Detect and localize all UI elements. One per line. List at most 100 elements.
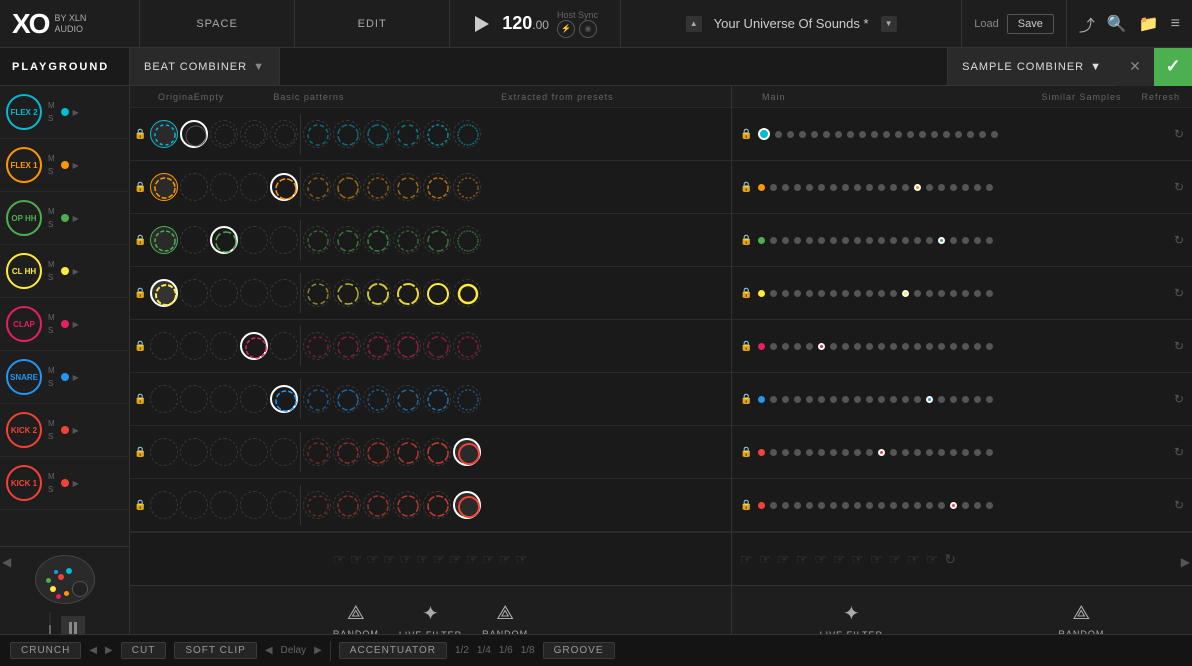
sample-lock-kick1[interactable]: 🔒 [740, 500, 752, 511]
beat-pattern-ophh-9[interactable] [423, 226, 451, 254]
sample-hand-0[interactable]: ☞ [740, 551, 753, 568]
master-ball[interactable] [35, 555, 95, 604]
beat-pattern-kick1-8[interactable] [393, 491, 421, 519]
beat-pattern-flex1-5[interactable] [303, 173, 331, 201]
beat-pattern-ophh-4[interactable] [270, 226, 298, 254]
beat-pattern-flex1-7[interactable] [363, 173, 391, 201]
beat-pattern-flex1-9[interactable] [423, 173, 451, 201]
beat-pattern-ophh-1[interactable] [180, 226, 208, 254]
track-circle-kick1[interactable]: KICK 1 [6, 465, 42, 501]
track-play-flex2[interactable]: ▶ [73, 108, 79, 117]
beat-pattern-clhh-3[interactable] [240, 279, 268, 307]
beat-pattern-clap-2[interactable] [210, 332, 238, 360]
lock-clhh[interactable]: 🔒 [134, 288, 146, 299]
beat-pattern-kick2-0[interactable] [150, 438, 178, 466]
sample-hand-2[interactable]: ☞ [777, 551, 790, 568]
track-play-ophh[interactable]: ▶ [73, 214, 79, 223]
sample-hand-4[interactable]: ☞ [814, 551, 827, 568]
beat-pattern-clap-4[interactable] [270, 332, 298, 360]
beat-pattern-kick1-2[interactable] [210, 491, 238, 519]
beat-pattern-kick2-8[interactable] [393, 438, 421, 466]
accentuator-button[interactable]: ACCENTUATOR [339, 642, 447, 659]
beat-pattern-flex2-5[interactable] [303, 120, 331, 148]
refresh-kick2[interactable]: ↻ [1174, 445, 1184, 459]
sample-hand-1[interactable]: ☞ [759, 551, 772, 568]
track-play-flex1[interactable]: ▶ [73, 161, 79, 170]
sample-hand-3[interactable]: ☞ [796, 551, 809, 568]
beat-pattern-snare-4[interactable] [270, 385, 298, 413]
beat-pattern-clhh-9[interactable] [423, 279, 451, 307]
beat-pattern-clhh-8[interactable] [393, 279, 421, 307]
delay-arrow-left[interactable]: ◀ [265, 645, 273, 656]
sample-lock-clap[interactable]: 🔒 [740, 341, 752, 352]
track-circle-snare[interactable]: SNARE [6, 359, 42, 395]
track-dot-kick1[interactable] [61, 479, 69, 487]
refresh-flex1[interactable]: ↻ [1174, 180, 1184, 194]
lock-clap[interactable]: 🔒 [134, 341, 146, 352]
hand-icon-1[interactable]: ☞ [350, 551, 363, 568]
beat-pattern-snare-1[interactable] [180, 385, 208, 413]
beat-pattern-ophh-2[interactable] [210, 226, 238, 254]
crunch-button[interactable]: CRUNCH [10, 642, 81, 659]
beat-pattern-kick1-1[interactable] [180, 491, 208, 519]
beat-pattern-kick2-5[interactable] [303, 438, 331, 466]
hand-icon-4[interactable]: ☞ [399, 551, 412, 568]
beat-pattern-flex1-6[interactable] [333, 173, 361, 201]
beat-pattern-flex2-9[interactable] [423, 120, 451, 148]
lock-flex2[interactable]: 🔒 [134, 129, 146, 140]
sample-hand-5[interactable]: ☞ [833, 551, 846, 568]
track-play-clhh[interactable]: ▶ [73, 267, 79, 276]
folder-icon[interactable]: 📁 [1139, 14, 1159, 34]
track-dot-kick2[interactable] [61, 426, 69, 434]
track-circle-flex2[interactable]: FLEX 2 [6, 94, 42, 130]
beat-pattern-flex2-1[interactable] [180, 120, 208, 148]
beat-pattern-snare-9[interactable] [423, 385, 451, 413]
beat-pattern-kick1-7[interactable] [363, 491, 391, 519]
beat-pattern-clap-5[interactable] [303, 332, 331, 360]
beat-pattern-snare-8[interactable] [393, 385, 421, 413]
refresh-kick1[interactable]: ↻ [1174, 498, 1184, 512]
dismiss-button[interactable]: ✕ [1116, 48, 1154, 86]
beat-pattern-clhh-2[interactable] [210, 279, 238, 307]
hand-icon-10[interactable]: ☞ [499, 551, 512, 568]
beat-pattern-kick2-6[interactable] [333, 438, 361, 466]
beat-pattern-ophh-10[interactable] [453, 226, 481, 254]
beat-pattern-flex2-8[interactable] [393, 120, 421, 148]
beat-pattern-flex1-8[interactable] [393, 173, 421, 201]
beat-pattern-clap-6[interactable] [333, 332, 361, 360]
beat-pattern-kick2-7[interactable] [363, 438, 391, 466]
beat-pattern-kick2-9[interactable] [423, 438, 451, 466]
beat-pattern-flex1-1[interactable] [180, 173, 208, 201]
delay-arrow-right[interactable]: ▶ [314, 645, 322, 656]
sample-main-dot-flex2[interactable] [758, 128, 770, 140]
beat-pattern-ophh-3[interactable] [240, 226, 268, 254]
track-play-snare[interactable]: ▶ [73, 373, 79, 382]
track-dot-clap[interactable] [61, 320, 69, 328]
track-dot-ophh[interactable] [61, 214, 69, 222]
beat-pattern-flex1-0[interactable] [150, 173, 178, 201]
beat-pattern-clap-10[interactable] [453, 332, 481, 360]
title-arrow-down[interactable]: ▼ [881, 16, 897, 32]
sample-lock-flex2[interactable]: 🔒 [740, 129, 752, 140]
beat-pattern-flex1-10[interactable] [453, 173, 481, 201]
sample-hand-8[interactable]: ☞ [889, 551, 902, 568]
beat-pattern-snare-6[interactable] [333, 385, 361, 413]
beat-pattern-ophh-0[interactable] [150, 226, 178, 254]
hand-icon-9[interactable]: ☞ [482, 551, 495, 568]
beat-pattern-flex2-7[interactable] [363, 120, 391, 148]
beat-pattern-snare-7[interactable] [363, 385, 391, 413]
beat-pattern-kick2-3[interactable] [240, 438, 268, 466]
beat-combiner-button[interactable]: BEAT COMBINER ▼ [130, 48, 280, 85]
beat-pattern-kick1-4[interactable] [270, 491, 298, 519]
sample-hand-10[interactable]: ☞ [926, 551, 939, 568]
hand-icon-7[interactable]: ☞ [449, 551, 462, 568]
lock-kick1[interactable]: 🔒 [134, 500, 146, 511]
beat-pattern-kick2-4[interactable] [270, 438, 298, 466]
beat-pattern-ophh-8[interactable] [393, 226, 421, 254]
beat-pattern-ophh-5[interactable] [303, 226, 331, 254]
beat-pattern-flex2-6[interactable] [333, 120, 361, 148]
beat-pattern-clhh-7[interactable] [363, 279, 391, 307]
hand-icon-11[interactable]: ☞ [515, 551, 528, 568]
beat-pattern-ophh-6[interactable] [333, 226, 361, 254]
hand-icon-6[interactable]: ☞ [433, 551, 446, 568]
